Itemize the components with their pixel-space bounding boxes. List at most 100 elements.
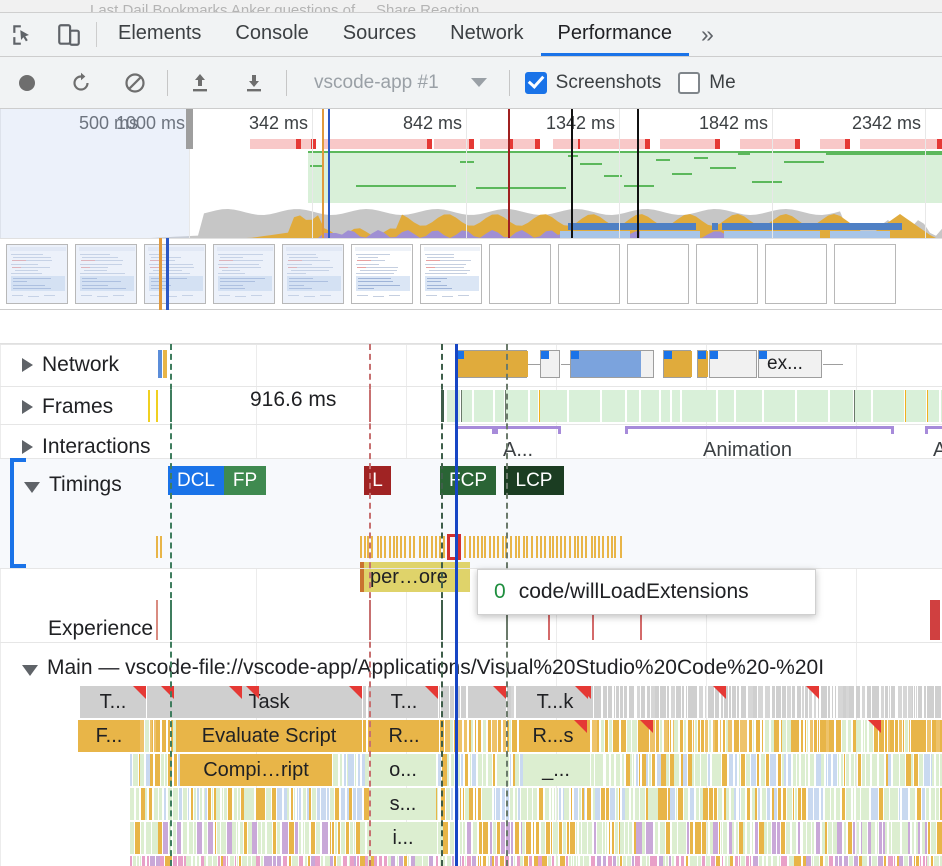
flame-micro-entry[interactable] [173,822,177,854]
flame-micro-entry[interactable] [825,822,827,854]
flame-micro-entry[interactable] [331,822,335,854]
flame-micro-entry[interactable] [329,788,335,820]
user-timing-tick[interactable] [569,536,572,558]
flame-micro-entry[interactable] [443,822,448,854]
flame-micro-entry[interactable] [298,856,303,866]
film-strip-frame[interactable] [696,244,758,304]
flame-micro-entry[interactable] [161,754,164,786]
flame-micro-entry[interactable] [855,788,860,820]
flame-micro-entry[interactable] [731,686,737,718]
flame-micro-entry[interactable] [569,856,571,866]
flame-micro-entry[interactable] [267,822,272,854]
flame-micro-entry[interactable] [354,856,357,866]
flame-micro-entry[interactable] [309,788,312,820]
tab-console[interactable]: Console [218,13,325,56]
track-header-main[interactable]: Main — vscode-file://vscode-app/Applicat… [22,656,824,680]
flame-micro-entry[interactable] [474,720,477,752]
flame-micro-entry[interactable] [533,788,538,820]
flame-micro-entry[interactable] [135,788,140,820]
flame-micro-entry[interactable] [728,720,733,752]
flame-micro-entry[interactable] [221,788,223,820]
flame-micro-entry[interactable] [315,856,320,866]
flame-micro-entry[interactable] [741,754,746,786]
flame-micro-entry[interactable] [471,754,476,786]
flame-micro-entry[interactable] [362,686,367,718]
user-timing-tick[interactable] [384,536,387,558]
user-timing-tick[interactable] [463,536,466,558]
flame-micro-entry[interactable] [227,822,232,854]
flame-micro-entry[interactable] [675,856,680,866]
flame-micro-entry[interactable] [812,822,815,854]
flame-micro-entry[interactable] [862,822,867,854]
flame-micro-entry[interactable] [749,720,753,752]
flame-micro-entry[interactable] [766,686,770,718]
flame-micro-entry[interactable] [689,822,694,854]
flame-micro-entry[interactable] [732,822,735,854]
flame-micro-entry[interactable] [207,788,211,820]
flame-micro-entry[interactable] [738,754,740,786]
user-timing-tick[interactable] [515,536,518,558]
flame-micro-entry[interactable] [843,686,846,718]
flame-micro-entry[interactable] [763,856,767,866]
flame-micro-entry[interactable] [937,822,942,854]
flame-micro-entry[interactable] [295,822,298,854]
network-request[interactable]: ex... [758,350,843,378]
flame-micro-entry[interactable] [828,686,830,718]
flame-micro-entry[interactable] [302,822,304,854]
flame-micro-entry[interactable] [849,856,854,866]
flame-micro-entry[interactable] [260,856,263,866]
flame-micro-entry[interactable] [837,754,839,786]
flame-micro-entry[interactable] [714,720,718,752]
flame-micro-entry[interactable] [197,822,202,854]
flame-micro-entry[interactable] [692,686,698,718]
flame-micro-entry[interactable] [936,788,940,820]
flame-micro-entry[interactable] [670,788,675,820]
flame-micro-entry[interactable] [829,720,834,752]
flame-micro-entry[interactable] [782,686,787,718]
flame-micro-entry[interactable] [350,856,354,866]
user-timing-tick[interactable] [585,536,588,558]
flame-micro-entry[interactable] [464,856,466,866]
flame-micro-entry[interactable] [862,856,867,866]
flame-micro-entry[interactable] [600,720,605,752]
flame-micro-entry[interactable] [298,788,302,820]
flame-micro-entry[interactable] [642,856,646,866]
flame-micro-entry[interactable] [574,788,578,820]
flame-micro-entry[interactable] [616,720,620,752]
user-timing-tick[interactable] [601,536,604,558]
flame-micro-entry[interactable] [667,686,670,718]
flame-micro-entry[interactable] [740,856,746,866]
flame-micro-entry[interactable] [899,720,902,752]
flame-micro-entry[interactable] [231,856,234,866]
flame-micro-entry[interactable] [218,856,220,866]
flame-micro-entry[interactable] [451,856,454,866]
flame-micro-entry[interactable] [155,856,160,866]
interaction-bracket[interactable] [925,426,942,434]
flame-micro-entry[interactable] [718,822,721,854]
flame-micro-entry[interactable] [267,856,272,866]
flame-micro-entry[interactable] [612,856,617,866]
flame-micro-entry[interactable] [722,822,727,854]
flame-micro-entry[interactable] [544,788,549,820]
flame-micro-entry[interactable] [482,720,487,752]
flame-micro-entry[interactable] [850,754,854,786]
flame-micro-entry[interactable] [179,856,183,866]
flame-micro-entry[interactable] [757,686,763,718]
flame-micro-entry[interactable] [893,754,897,786]
timeline-ruler[interactable] [0,310,942,344]
flame-micro-entry[interactable] [179,788,183,820]
flame-micro-entry[interactable] [500,822,506,854]
flame-micro-entry[interactable] [472,822,477,854]
experience-marker[interactable] [156,600,158,640]
frame-block[interactable] [506,390,528,422]
flame-micro-entry[interactable] [774,788,777,820]
timing-badge-dcl[interactable]: DCL [168,466,224,495]
flame-micro-entry[interactable] [899,856,903,866]
film-strip-frame[interactable] [420,244,482,304]
flame-micro-entry[interactable] [750,754,756,786]
flame-micro-entry[interactable] [193,856,196,866]
flame-micro-entry[interactable] [835,720,841,752]
overview-window-handle-left[interactable] [186,109,193,149]
clear-icon[interactable] [108,57,162,109]
flame-micro-entry[interactable] [903,686,907,718]
